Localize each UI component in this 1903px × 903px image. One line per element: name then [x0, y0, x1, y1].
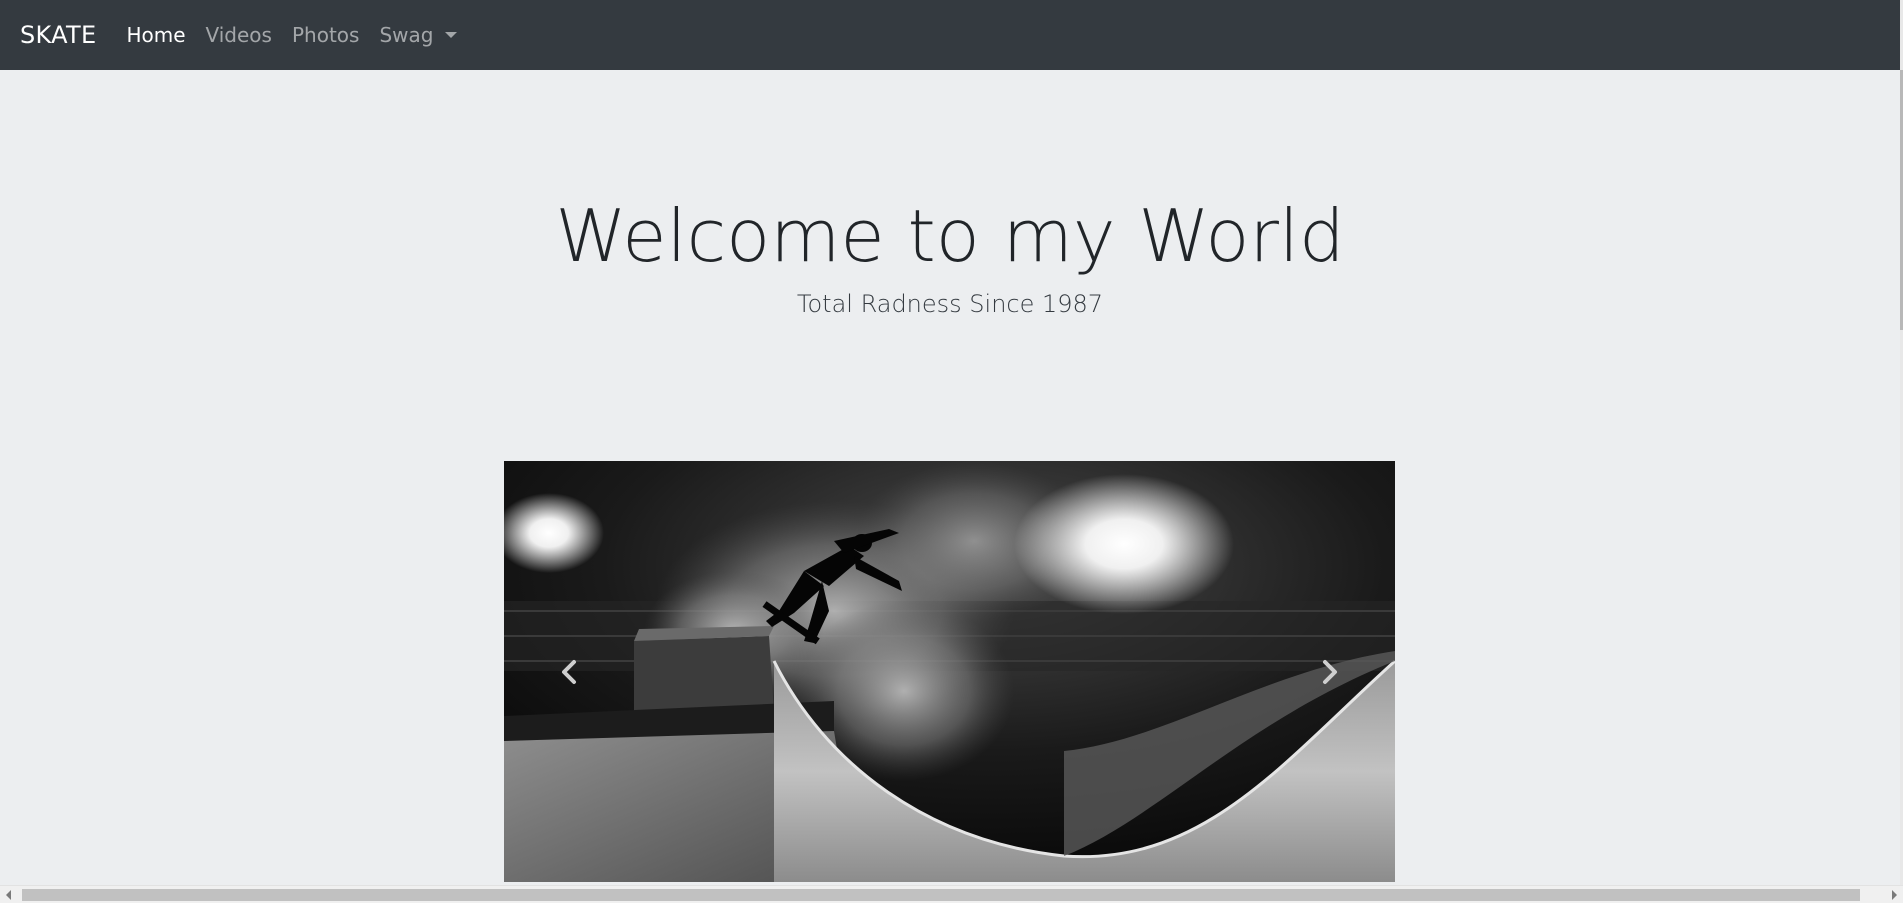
- nav-link-videos[interactable]: Videos: [206, 23, 272, 47]
- navbar: SKATE Home Videos Photos Swag: [0, 0, 1903, 70]
- carousel-prev-button[interactable]: [514, 461, 624, 882]
- hero-title: Welcome to my World: [555, 194, 1345, 278]
- chevron-left-icon: [562, 659, 576, 684]
- chevron-right-icon: [1323, 659, 1337, 684]
- nav-link-swag-label: Swag: [379, 23, 434, 47]
- carousel-next-button[interactable]: [1275, 461, 1385, 882]
- carousel: [504, 461, 1395, 882]
- carousel-slide-image: [504, 461, 1395, 882]
- nav-link-photos[interactable]: Photos: [292, 23, 359, 47]
- page: SKATE Home Videos Photos Swag Welcome to…: [0, 0, 1903, 903]
- nav-dropdown-swag[interactable]: Swag: [379, 23, 458, 47]
- horizontal-scrollbar-thumb[interactable]: [22, 889, 1860, 901]
- hero-subtitle: Total Radness Since 1987: [796, 290, 1104, 318]
- caret-down-icon: [445, 31, 458, 38]
- scroll-right-icon[interactable]: [1892, 890, 1897, 900]
- scroll-left-icon[interactable]: [6, 890, 11, 900]
- nav-link-home[interactable]: Home: [126, 23, 185, 47]
- brand-link[interactable]: SKATE: [20, 21, 96, 49]
- horizontal-scrollbar[interactable]: [0, 885, 1903, 903]
